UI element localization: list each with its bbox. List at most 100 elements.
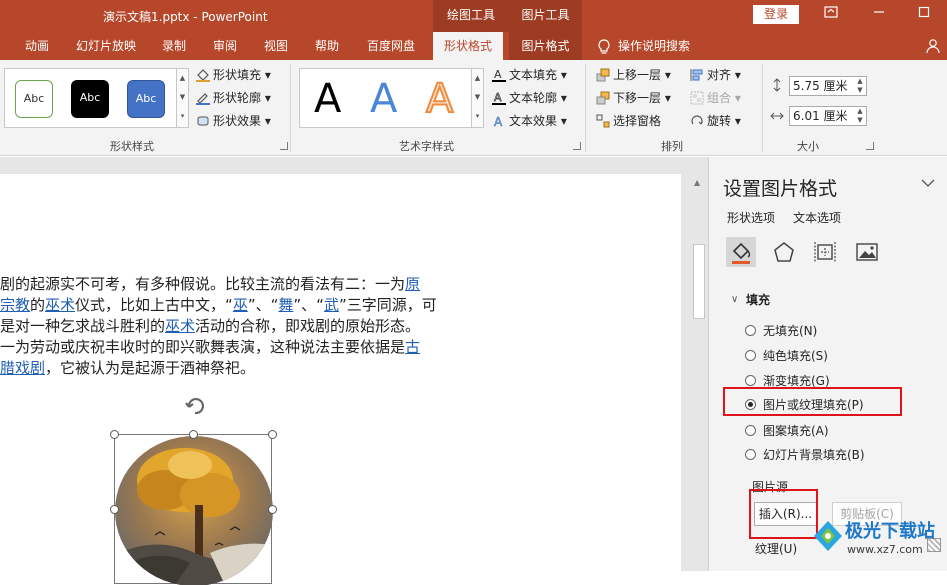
radio-slide-background[interactable] — [745, 449, 756, 460]
effects-pentagon-icon[interactable] — [769, 237, 799, 267]
tell-me-search[interactable]: 操作说明搜索 — [618, 32, 702, 60]
shape-style-sample-black[interactable]: Abc — [71, 80, 109, 118]
wordart-sample-black[interactable]: A — [314, 79, 341, 119]
pane-options-chevron-icon[interactable] — [921, 177, 935, 187]
resize-handle-top[interactable] — [189, 430, 198, 439]
tab-animations[interactable]: 动画 — [17, 32, 57, 60]
context-tab-picture-tools: 图片工具 — [509, 0, 582, 32]
fill-option-pattern[interactable]: 图案填充(A) — [745, 421, 829, 441]
hyperlink[interactable]: 舞 — [278, 296, 293, 314]
shape-outline-label: 形状轮廓 — [213, 91, 262, 105]
group-button[interactable]: 组合 ▾ — [690, 89, 741, 107]
send-backward-button[interactable]: 下移一层 ▾ — [596, 89, 671, 107]
shape-width-input[interactable]: 6.01 厘米 ▲ ▼ — [789, 106, 867, 126]
hyperlink[interactable]: 巫术 — [45, 296, 75, 314]
height-spinner[interactable]: ▲ ▼ — [854, 77, 866, 95]
resize-handle-top-right[interactable] — [268, 430, 277, 439]
paragraph-line: 剧的起源实不可考，有多种假说。比较主流的看法有二：一为原 — [0, 274, 420, 294]
shape-style-sample-blue[interactable]: Abc — [127, 80, 165, 118]
resize-handle-left[interactable] — [110, 505, 119, 514]
maximize-icon[interactable] — [914, 5, 934, 25]
fill-option-none[interactable]: 无填充(N) — [745, 321, 817, 341]
radio-none[interactable] — [745, 325, 756, 336]
hyperlink[interactable]: 腊戏剧 — [0, 359, 45, 377]
selection-pane-button[interactable]: 选择窗格 — [596, 112, 661, 130]
rotate-handle-icon[interactable] — [180, 391, 210, 421]
shape-style-gallery: Abc Abc Abc — [4, 68, 179, 128]
slide-canvas[interactable]: 剧的起源实不可考，有多种假说。比较主流的看法有二：一为原 宗教的巫术仪式，比如上古… — [0, 174, 681, 585]
align-button[interactable]: 对齐 ▾ — [690, 66, 741, 84]
ribbon-tabs: 动画 幻灯片放映 录制 审阅 视图 帮助 百度网盘 形状格式 图片格式 操作说明… — [0, 32, 947, 60]
bring-forward-button[interactable]: 上移一层 ▾ — [596, 66, 671, 84]
tab-baidu-netdisk[interactable]: 百度网盘 — [359, 32, 423, 60]
selection-pane-icon — [596, 114, 610, 128]
tab-shape-format[interactable]: 形状格式 — [433, 32, 503, 60]
shape-fill-button[interactable]: 形状填充 ▾ — [196, 66, 271, 84]
picture-icon[interactable] — [852, 237, 882, 267]
wordart-launcher-icon[interactable] — [573, 142, 581, 150]
paragraph-line: 一为劳动或庆祝丰收时的即兴歌舞表演，这种说法主要依据是古 — [0, 337, 420, 357]
shape-outline-button[interactable]: 形状轮廓 ▾ — [196, 89, 271, 107]
fill-section-header[interactable]: 填充 — [746, 291, 770, 308]
hyperlink[interactable]: 巫 — [233, 296, 248, 314]
slide-text-box[interactable]: 剧的起源实不可考，有多种假说。比较主流的看法有二：一为原 宗教的巫术仪式，比如上古… — [0, 274, 681, 384]
fill-section-chevron-icon[interactable]: ∨ — [731, 294, 738, 305]
fill-line-icon[interactable] — [726, 237, 756, 267]
fill-option-solid-label: 纯色填充(S) — [763, 349, 828, 363]
rotate-label: 旋转 — [707, 114, 732, 128]
shape-style-sample-outline[interactable]: Abc — [15, 80, 53, 118]
text-effects-button[interactable]: A 文本效果 ▾ — [492, 112, 567, 130]
hyperlink[interactable]: 古 — [405, 338, 420, 356]
tab-review[interactable]: 审阅 — [207, 32, 243, 60]
hyperlink[interactable]: 巫术 — [165, 317, 195, 335]
hyperlink[interactable]: 武 — [324, 296, 339, 314]
vertical-scrollbar[interactable]: ▲ — [690, 174, 708, 571]
tab-help[interactable]: 帮助 — [309, 32, 345, 60]
fill-option-slide-background[interactable]: 幻灯片背景填充(B) — [745, 445, 865, 465]
shape-height-input[interactable]: 5.75 厘米 ▲ ▼ — [789, 76, 867, 96]
shape-effects-label: 形状效果 — [213, 114, 262, 128]
shape-styles-launcher-icon[interactable] — [280, 142, 288, 150]
tab-text-options[interactable]: 文本选项 — [793, 209, 841, 226]
svg-text:A: A — [494, 91, 502, 104]
radio-solid[interactable] — [745, 350, 756, 361]
wordart-gallery: A A A — [299, 68, 484, 128]
paragraph-line: 宗教的巫术仪式，比如上古中文，“巫”、“舞”、“武”三字同源，可 — [0, 295, 437, 315]
text-fill-button[interactable]: A 文本填充 ▾ — [492, 66, 567, 84]
hyperlink[interactable]: 宗教 — [0, 296, 30, 314]
text-outline-button[interactable]: A 文本轮廓 ▾ — [492, 89, 567, 107]
ribbon-divider — [585, 64, 586, 152]
hyperlink[interactable]: 原 — [405, 275, 420, 293]
share-user-icon[interactable] — [925, 38, 941, 54]
width-spinner[interactable]: ▲ ▼ — [854, 107, 866, 125]
paint-bucket-icon — [196, 68, 210, 82]
group-label: 组合 — [707, 91, 732, 105]
tab-slideshow[interactable]: 幻灯片放映 — [68, 32, 144, 60]
text-fill-label: 文本填充 — [509, 68, 558, 82]
tab-picture-format[interactable]: 图片格式 — [509, 32, 582, 60]
rotate-button[interactable]: 旋转 ▾ — [690, 112, 741, 130]
resize-handle-top-left[interactable] — [110, 430, 119, 439]
tab-record[interactable]: 录制 — [156, 32, 192, 60]
circle-picture[interactable] — [115, 435, 273, 585]
shape-style-gallery-scroll[interactable]: ▲ ▼ ▾ — [176, 68, 189, 128]
size-properties-icon[interactable] — [810, 237, 840, 267]
wordart-sample-orange[interactable]: A — [425, 78, 454, 120]
scroll-up-icon[interactable]: ▲ — [694, 178, 700, 187]
radio-pattern[interactable] — [745, 425, 756, 436]
tab-shape-options[interactable]: 形状选项 — [727, 209, 775, 226]
tab-view[interactable]: 视图 — [258, 32, 294, 60]
ribbon-display-options-icon[interactable] — [821, 5, 841, 25]
ribbon: Abc Abc Abc ▲ ▼ ▾ 形状填充 ▾ 形状轮廓 ▾ 形状效果 ▾ 形状样… — [0, 60, 947, 156]
shape-effects-button[interactable]: 形状效果 ▾ — [196, 112, 271, 130]
resize-handle-right[interactable] — [268, 505, 277, 514]
login-button[interactable]: 登录 — [753, 5, 799, 24]
radio-gradient[interactable] — [745, 375, 756, 386]
minimize-icon[interactable] — [869, 5, 889, 25]
picture-selection-frame[interactable] — [110, 430, 277, 585]
wordart-sample-blue[interactable]: A — [370, 79, 397, 119]
scrollbar-thumb[interactable] — [693, 244, 705, 319]
size-launcher-icon[interactable] — [866, 142, 874, 150]
fill-option-solid[interactable]: 纯色填充(S) — [745, 346, 828, 366]
wordart-gallery-scroll[interactable]: ▲ ▼ ▾ — [471, 68, 484, 128]
